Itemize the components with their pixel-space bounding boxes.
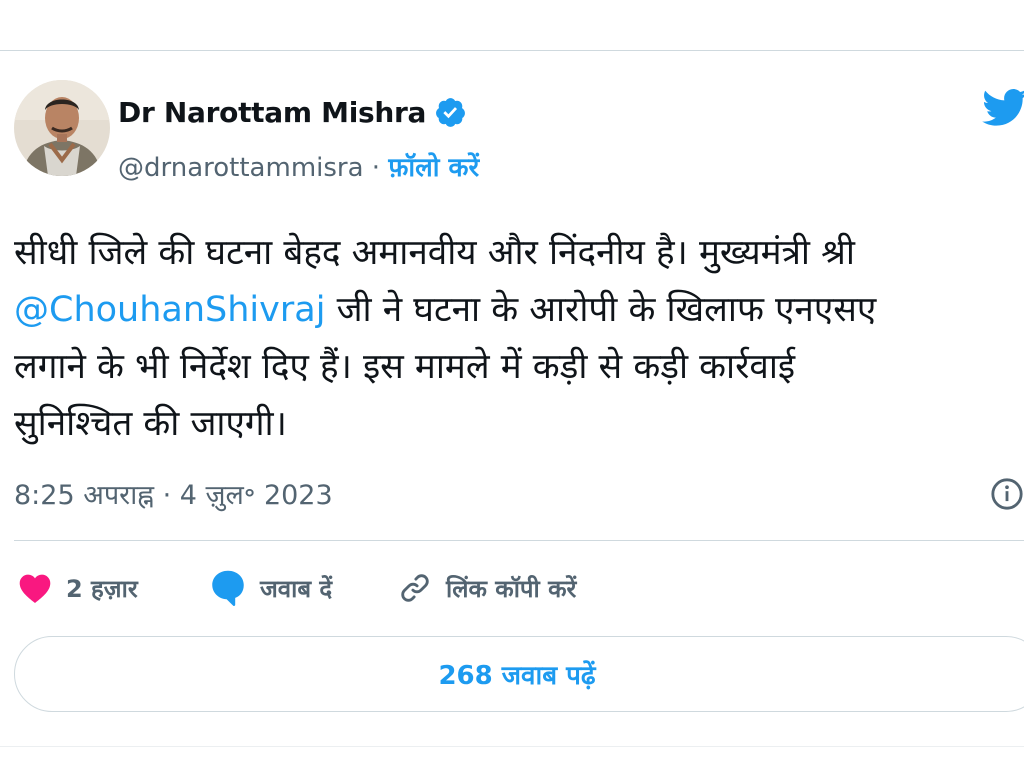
divider	[14, 540, 1024, 541]
handle-separator: ·	[363, 153, 389, 183]
link-icon	[401, 574, 429, 602]
read-replies-label: 268 जवाब पढ़ें	[438, 661, 596, 691]
author-display-name[interactable]: Dr Narottam Mishra	[118, 96, 467, 129]
like-count: 2 हज़ार	[66, 574, 138, 603]
copy-link-button[interactable]: लिंक कॉपी करें	[398, 566, 576, 610]
follow-button[interactable]: फ़ॉलो करें	[388, 153, 479, 183]
heart-icon	[19, 574, 51, 604]
reply-label: जवाब दें	[260, 574, 333, 603]
tweet-line: @ChouhanShivraj जी ने घटना के आरोपी के ख…	[14, 282, 1024, 339]
read-replies-button[interactable]: 268 जवाब पढ़ें	[14, 636, 1024, 712]
reply-bubble-icon	[212, 570, 244, 607]
verified-badge-icon	[434, 96, 467, 129]
like-button[interactable]: 2 हज़ार	[18, 566, 138, 610]
tweet-text: सीधी जिले की घटना बेहद अमानवीय और निंदनी…	[14, 225, 1024, 453]
tweet-line: सुनिश्चित की जाएगी।	[14, 404, 287, 444]
tweet-line-text: जी ने घटना के आरोपी के खिलाफ एनएसए	[336, 290, 877, 330]
twitter-bird-icon[interactable]	[982, 88, 1024, 128]
avatar[interactable]	[14, 80, 110, 176]
tweet-line: सीधी जिले की घटना बेहद अमानवीय और निंदनी…	[14, 233, 855, 273]
info-icon[interactable]	[990, 477, 1024, 511]
author-handle[interactable]: @drnarottammisra	[118, 153, 364, 183]
bottom-divider	[0, 746, 1024, 747]
mention-link[interactable]: @ChouhanShivraj	[14, 290, 325, 330]
tweet-timestamp[interactable]: 8:25 अपराह्न · 4 ज़ुल॰ 2023	[14, 475, 333, 512]
reply-button[interactable]: जवाब दें	[210, 566, 332, 610]
tweet-line: लगाने के भी निर्देश दिए हैं। इस मामले मे…	[14, 347, 796, 387]
author-name-text[interactable]: Dr Narottam Mishra	[118, 96, 426, 129]
copy-link-label: लिंक कॉपी करें	[446, 574, 577, 603]
author-handle-line: @drnarottammisra · फ़ॉलो करें	[118, 148, 479, 184]
